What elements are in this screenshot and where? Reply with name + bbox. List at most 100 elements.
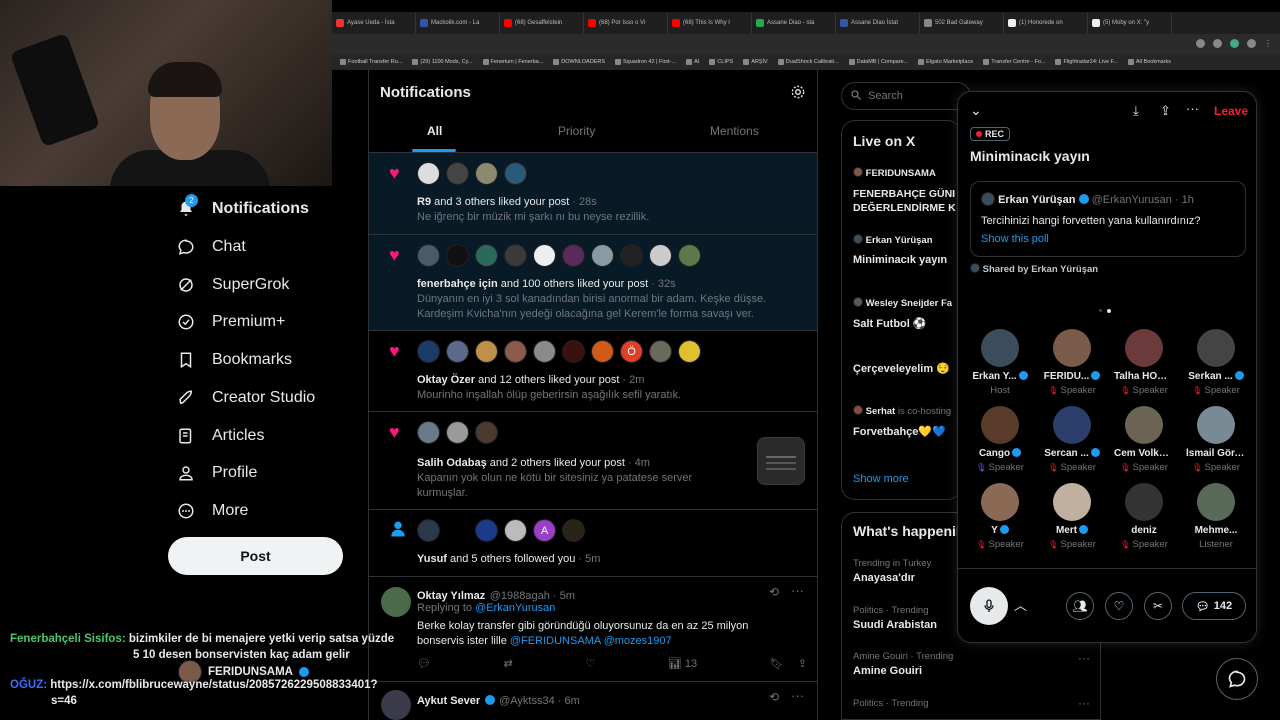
live-title[interactable]: Salt Futbol ⚽	[853, 317, 927, 330]
participant[interactable]: Sercan ... 🎙︎ Speaker	[1042, 406, 1102, 473]
browser-tab[interactable]: Ayase Ueda - İsta	[332, 12, 416, 34]
actor-name[interactable]: Yusuf	[417, 553, 447, 565]
participant[interactable]: Serkan ... 🎙︎ Speaker	[1186, 329, 1246, 396]
browser-tab[interactable]: (68) Por Isso o Vi	[584, 12, 668, 34]
profile-avatar-icon[interactable]	[1247, 39, 1256, 48]
nav-premium[interactable]: Premium+	[176, 312, 285, 332]
avatar[interactable]	[678, 244, 701, 267]
floating-chat-button[interactable]	[1216, 658, 1258, 700]
avatar[interactable]	[417, 340, 440, 363]
live-title[interactable]: Çerçeveleyelim 😌	[853, 362, 950, 375]
avatar[interactable]	[475, 421, 498, 444]
avatar[interactable]	[446, 519, 469, 542]
more-icon[interactable]: ···	[1078, 651, 1090, 665]
notification-item[interactable]: A Yusuf and 5 others followed you · 5m	[369, 510, 817, 577]
avatar[interactable]	[620, 244, 643, 267]
actor-name[interactable]: fenerbahçe için	[417, 278, 498, 290]
participant[interactable]: Cango 🎙︎ Speaker	[970, 406, 1030, 473]
mention-link[interactable]: @mozes1907	[604, 635, 672, 647]
browser-tab[interactable]: Assane Diao - sta	[752, 12, 836, 34]
menu-icon[interactable]: ⋮	[1264, 39, 1272, 48]
bookmark-item[interactable]: Flightradar24: Live F...	[1055, 59, 1118, 65]
bookmark-item[interactable]: Elgato Marketplace	[918, 59, 973, 65]
bookmark-item[interactable]: Transfer Centre - Fo...	[983, 59, 1045, 65]
search-input[interactable]: Search	[841, 82, 971, 110]
actor-name[interactable]: R9	[417, 196, 431, 208]
avatar[interactable]	[591, 244, 614, 267]
participant[interactable]: İsmail Gör... 🎙︎ Speaker	[1186, 406, 1246, 473]
browser-tab[interactable]: Mackolik.com - La	[416, 12, 500, 34]
avatar[interactable]	[504, 244, 527, 267]
participant[interactable]: Cem Volkan 🎙︎ Speaker	[1114, 406, 1174, 473]
avatar[interactable]	[446, 421, 469, 444]
more-icon[interactable]: ···	[1078, 696, 1090, 710]
actor-name[interactable]: Oktay Özer	[417, 374, 475, 386]
bookmark-item[interactable]: AI	[686, 59, 699, 65]
notification-item[interactable]: ♥ fenerbahçe için and 100 others liked y…	[369, 235, 817, 331]
author-handle[interactable]: @Ayktss34 · 6m	[499, 695, 580, 707]
nav-supergrok[interactable]: SuperGrok	[176, 275, 289, 295]
avatar[interactable]	[446, 162, 469, 185]
live-title[interactable]: Miniminacık yayın	[853, 254, 947, 266]
tab-priority[interactable]: Priority	[558, 124, 595, 138]
avatar[interactable]	[533, 340, 556, 363]
nav-profile[interactable]: Profile	[176, 463, 257, 483]
avatar[interactable]	[678, 340, 701, 363]
more-icon[interactable]: ···	[791, 688, 804, 703]
participant[interactable]: Erkan Y... Host	[970, 329, 1030, 396]
participant[interactable]: Mert 🎙︎ Speaker	[1042, 483, 1102, 550]
avatar[interactable]	[504, 519, 527, 542]
browser-tab[interactable]: (1) Honorede on	[1004, 12, 1088, 34]
post-thumbnail[interactable]	[757, 437, 805, 485]
avatar[interactable]	[417, 244, 440, 267]
notification-item[interactable]: ♥ Salih Odabaş and 2 others liked your p…	[369, 412, 817, 510]
share-icon[interactable]: ⇪	[798, 657, 807, 670]
participant[interactable]: Mehme... Listener	[1186, 483, 1246, 550]
bookmark-icon[interactable]: 🔖︎	[770, 657, 784, 670]
nav-bookmarks[interactable]: Bookmarks	[176, 350, 292, 370]
browser-tab[interactable]: (68) This Is Why I	[668, 12, 752, 34]
collapse-chevron-icon[interactable]: ⌄	[970, 102, 982, 119]
nav-creator-studio[interactable]: Creator Studio	[176, 388, 315, 408]
avatar[interactable]	[533, 244, 556, 267]
reaction-button[interactable]: ♡	[1105, 592, 1133, 620]
participant[interactable]: FERIDU... 🎙︎ Speaker	[1042, 329, 1102, 396]
mention-link[interactable]: @FERIDUNSAMA	[510, 635, 601, 647]
bookmark-item[interactable]: DualShock Calibrati...	[777, 59, 839, 65]
avatar[interactable]	[591, 340, 614, 363]
notification-item[interactable]: ♥ R9 and 3 others liked your post · 28s …	[369, 153, 817, 235]
bookmark-item[interactable]: Fenerium | Fenerba...	[482, 59, 543, 65]
avatar[interactable]	[649, 340, 672, 363]
reply-icon[interactable]: 💬︎	[417, 657, 431, 670]
more-icon[interactable]: ···	[791, 583, 804, 598]
avatar[interactable]	[417, 162, 440, 185]
nav-more[interactable]: More	[176, 501, 248, 521]
extension-icon[interactable]	[1230, 39, 1239, 48]
bookmark-item[interactable]: Squadron 42 | First-...	[615, 59, 676, 65]
pager-dot[interactable]	[1099, 309, 1102, 312]
clip-button[interactable]: ✂	[1144, 592, 1172, 620]
avatar[interactable]	[562, 340, 585, 363]
browser-tab[interactable]: (5) Moby on X: "y	[1088, 12, 1172, 34]
actor-name[interactable]: Salih Odabaş	[417, 457, 487, 469]
bookmark-item[interactable]: ARŞİV	[743, 59, 768, 65]
notification-item[interactable]: ♥ Ö Oktay Özer and 12 others liked your …	[369, 331, 817, 412]
extension-icon[interactable]	[1196, 39, 1205, 48]
avatar[interactable]	[981, 192, 995, 206]
avatar[interactable]	[475, 244, 498, 267]
mention-link[interactable]: @ErkanYurusan	[475, 602, 555, 614]
more-icon[interactable]: ···	[1186, 101, 1199, 116]
author-name[interactable]: Aykut Sever	[417, 695, 480, 707]
bookmark-item[interactable]: (29) 1100 Mods, Cy...	[412, 59, 473, 65]
show-more-link[interactable]: Show more	[853, 473, 909, 485]
participant[interactable]: Y 🎙︎ Speaker	[970, 483, 1030, 550]
share-icon[interactable]: ⇪	[1160, 103, 1171, 119]
bookmark-item[interactable]: DataMB | Compare...	[848, 59, 908, 65]
avatar[interactable]	[504, 340, 527, 363]
browser-tab[interactable]: (68) Gesaffelstein	[500, 12, 584, 34]
show-poll-link[interactable]: Show this poll	[981, 233, 1049, 245]
pager-dot-active[interactable]	[1107, 309, 1111, 313]
bookmark-item[interactable]: All Bookmarks	[1127, 59, 1171, 65]
avatar[interactable]	[562, 519, 585, 542]
tab-all[interactable]: All	[427, 124, 442, 138]
